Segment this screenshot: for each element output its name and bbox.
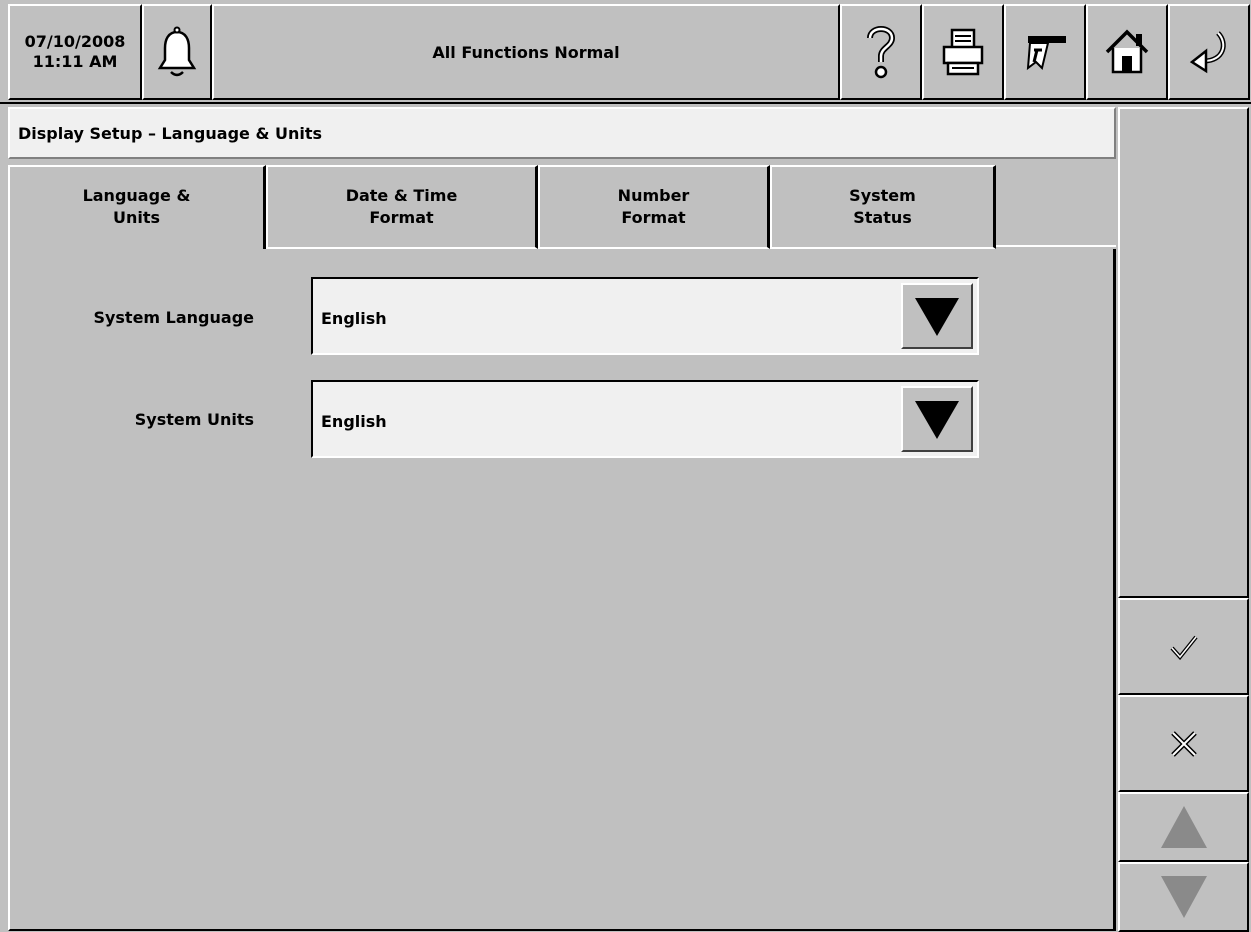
house-icon <box>1105 29 1149 74</box>
print-button[interactable] <box>922 4 1004 100</box>
system-language-dropdown-button[interactable] <box>901 283 973 349</box>
date-time-display: 07/10/2008 11:11 AM <box>8 4 142 100</box>
tab-baseline <box>996 245 1116 247</box>
checkmark-icon <box>1170 635 1198 660</box>
question-mark-icon <box>867 26 896 79</box>
ticket-icon <box>1026 36 1066 71</box>
tab-bar: Language & Units Date & Time Format Numb… <box>8 165 1116 249</box>
back-button[interactable] <box>1168 4 1250 100</box>
home-button[interactable] <box>1086 4 1168 100</box>
scroll-down-button[interactable] <box>1118 862 1249 932</box>
date-text: 07/10/2008 <box>24 32 126 51</box>
scroll-up-button[interactable] <box>1118 792 1249 862</box>
system-units-dropdown[interactable]: English <box>311 380 979 458</box>
right-action-column <box>1118 107 1251 932</box>
chevron-down-icon <box>915 401 959 439</box>
time-text: 11:11 AM <box>32 52 118 71</box>
down-triangle-icon <box>1160 876 1207 918</box>
cancel-button[interactable] <box>1118 695 1249 792</box>
system-units-label: System Units <box>134 410 254 429</box>
alarm-button[interactable] <box>142 4 212 100</box>
system-units-dropdown-button[interactable] <box>901 386 973 452</box>
tab-label: Number Format <box>617 186 690 227</box>
tab-date-time-format[interactable]: Date & Time Format <box>266 165 538 249</box>
tab-system-status[interactable]: System Status <box>770 165 996 249</box>
bell-icon <box>157 26 197 77</box>
tab-language-units[interactable]: Language & Units <box>8 165 266 249</box>
page-title-bar: Display Setup – Language & Units <box>8 107 1116 159</box>
printer-icon <box>942 28 984 76</box>
system-language-label: System Language <box>93 308 254 327</box>
page-title: Display Setup – Language & Units <box>18 123 322 143</box>
top-bar: 07/10/2008 11:11 AM All Functions Normal <box>0 0 1251 104</box>
x-icon <box>1170 730 1197 757</box>
accept-button[interactable] <box>1118 598 1249 695</box>
screen: 07/10/2008 11:11 AM All Functions Normal <box>0 0 1251 932</box>
system-units-value: English <box>321 412 387 431</box>
status-text: All Functions Normal <box>432 42 620 62</box>
chevron-down-icon <box>915 298 959 336</box>
up-triangle-icon <box>1160 806 1207 848</box>
return-arrow-icon <box>1189 31 1226 74</box>
system-status-message[interactable]: All Functions Normal <box>212 4 840 100</box>
ticket-button[interactable] <box>1004 4 1086 100</box>
tab-label: System Status <box>849 186 916 227</box>
tab-number-format[interactable]: Number Format <box>538 165 770 249</box>
help-button[interactable] <box>840 4 922 100</box>
blank-softkey <box>1118 107 1249 598</box>
tab-label: Language & Units <box>82 186 191 227</box>
tab-label: Date & Time Format <box>345 186 458 227</box>
system-language-dropdown[interactable]: English <box>311 277 979 355</box>
system-language-value: English <box>321 309 387 328</box>
